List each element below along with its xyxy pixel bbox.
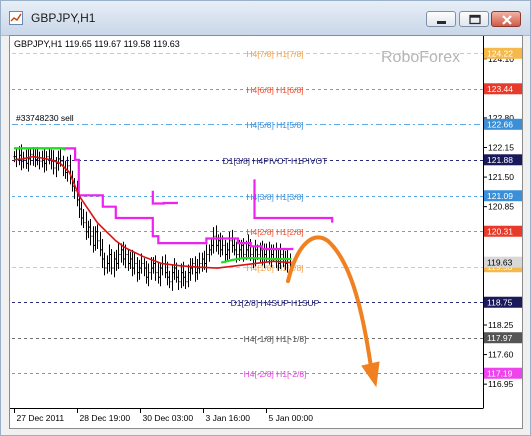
price-tag-label-3: 121.88 — [487, 155, 513, 165]
chart-icon — [9, 11, 23, 25]
price-tag-label-9: 117.19 — [487, 368, 513, 378]
level-label-1: H4[6/8] H1[6/8] — [246, 85, 303, 95]
level-label-8: H4[-1/8] H1[-1/8] — [244, 334, 307, 344]
forecast-arrow-head — [361, 361, 380, 388]
price-axis-label: 122.15 — [488, 143, 514, 153]
price-tag-label-1: 123.44 — [487, 84, 513, 94]
price-tag-label-4: 121.09 — [487, 191, 513, 201]
indicator-lines — [13, 147, 334, 269]
level-label-0: H4[7/8] H1[7/8] — [246, 49, 303, 59]
price-tag-label-5: 120.31 — [487, 226, 513, 236]
time-axis: 27 Dec 2011 28 Dec 19:00 30 Dec 03:00 3 Jan… — [14, 408, 314, 423]
indicator-red-line-0 — [13, 155, 292, 269]
price-chart[interactable]: GBPJPY,H1 119.65 119.67 119.58 119.63 Ro… — [10, 36, 522, 428]
price-tag-label-0: 124.22 — [487, 48, 513, 58]
minimize-button[interactable] — [426, 11, 456, 27]
price-axis-label: 118.25 — [488, 320, 514, 330]
level-label-3: D1[3/8] H4PIVOT H1PIVOT — [223, 156, 328, 166]
price-axis-label: 120.85 — [488, 202, 514, 212]
maximize-button[interactable] — [459, 11, 489, 27]
level-label-5: H4[2/8] H1[2/8] — [246, 227, 303, 237]
order-label: #33748230 sell — [16, 113, 74, 123]
time-axis-label: 3 Jan 16:00 — [206, 413, 251, 423]
price-tag-label-7: 118.75 — [487, 297, 513, 307]
terminal-chart-window: GBPJPY,H1 GBPJPY,H1 119.65 119.67 119.58… — [0, 0, 531, 436]
current-price-label: 119.63 — [487, 257, 513, 267]
symbol-info: GBPJPY,H1 119.65 119.67 119.58 119.63 — [14, 39, 180, 49]
close-button[interactable] — [491, 11, 521, 27]
level-label-7: D1[2/8] H4SUP H1SUP — [231, 298, 320, 308]
price-tag-label-2: 122.66 — [487, 119, 513, 129]
price-tag-label-8: 117.97 — [487, 333, 513, 343]
price-axis-label: 117.60 — [488, 350, 514, 360]
broker-watermark: RoboForex — [381, 49, 460, 66]
time-axis-label: 27 Dec 2011 — [17, 413, 65, 423]
time-axis-label: 30 Dec 03:00 — [143, 413, 194, 423]
minimize-icon — [437, 21, 446, 24]
murrey-levels: H4[7/8] H1[7/8] H4[6/8] H1[6/8] H4[5/8] H1… — [12, 49, 483, 379]
maximize-icon — [469, 14, 481, 25]
forecast-arrow — [286, 235, 380, 388]
window-title: GBPJPY,H1 — [31, 11, 96, 25]
level-label-9: H4[-2/8] H1[-2/8] — [244, 369, 307, 379]
time-axis-label: 5 Jan 00:00 — [269, 413, 314, 423]
time-axis-label: 28 Dec 19:00 — [80, 413, 131, 423]
price-axis-label: 116.95 — [488, 379, 514, 389]
level-label-2: H4[5/8] H1[5/8] — [246, 120, 303, 130]
chart-canvas[interactable]: GBPJPY,H1 119.65 119.67 119.58 119.63 Ro… — [9, 35, 523, 429]
close-icon — [502, 15, 512, 25]
indicator-magenta-line-1 — [151, 190, 178, 205]
title-bar[interactable]: GBPJPY,H1 — [1, 1, 530, 36]
price-axis-label: 121.50 — [488, 172, 514, 182]
